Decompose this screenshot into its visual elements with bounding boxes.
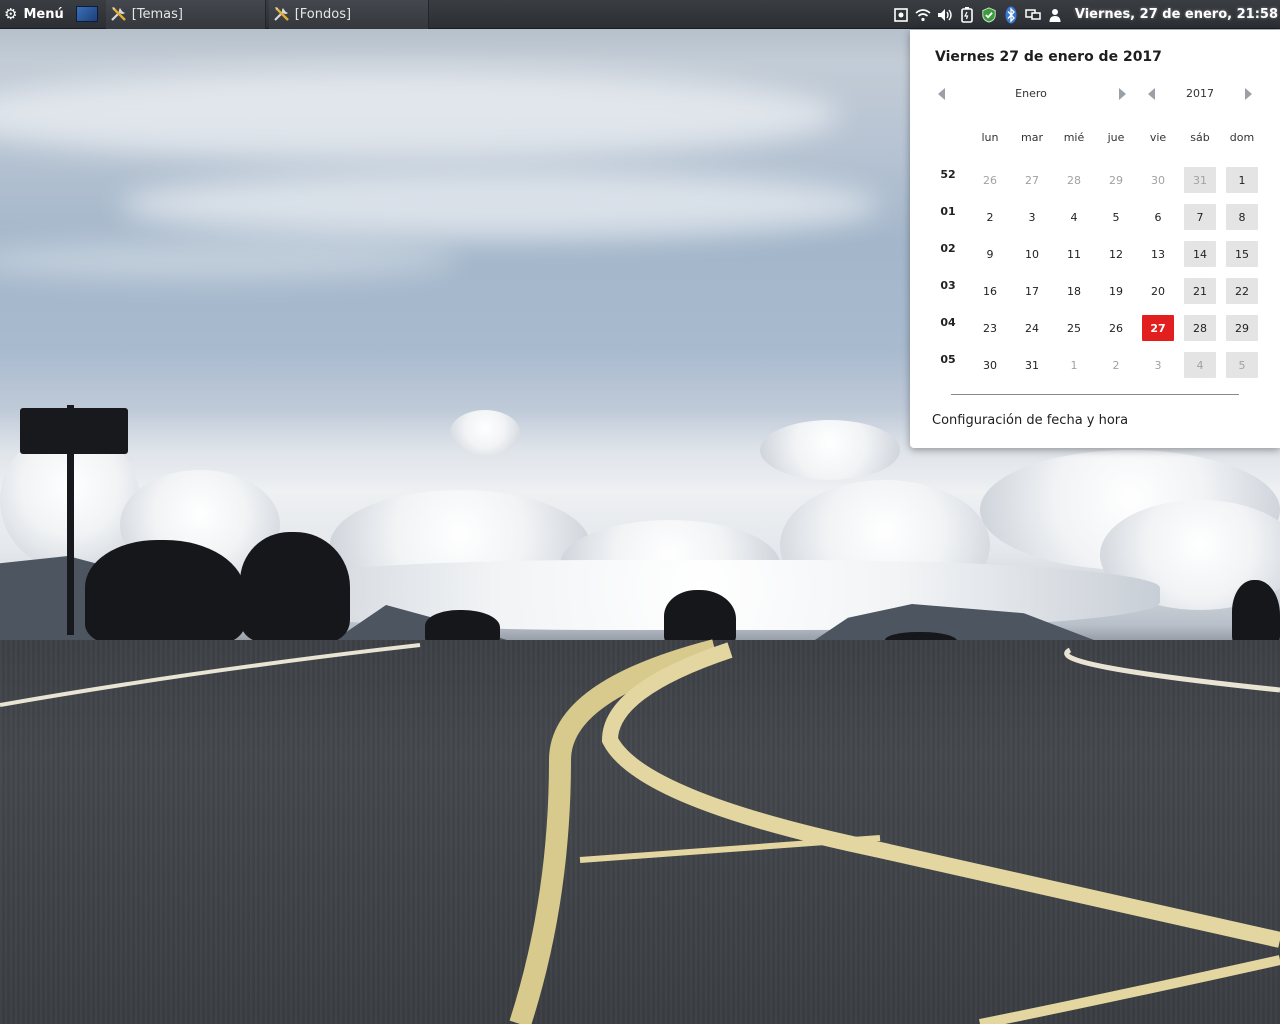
next-month-button[interactable]	[1119, 88, 1126, 100]
day-cell[interactable]: 18	[1058, 278, 1090, 304]
day-cell[interactable]: 20	[1142, 278, 1174, 304]
taskbar-label: [Fondos]	[294, 6, 352, 22]
day-cell[interactable]: 31	[1016, 352, 1048, 378]
separator	[951, 394, 1239, 395]
day-cell[interactable]: 2	[974, 204, 1006, 230]
taskbar-label: [Temas]	[131, 6, 183, 22]
day-cell[interactable]: 12	[1100, 241, 1132, 267]
screenshot-icon[interactable]	[893, 7, 909, 23]
day-cell[interactable]: 5	[1226, 352, 1258, 378]
weekday-label: lun	[981, 131, 999, 144]
day-cell[interactable]: 30	[974, 352, 1006, 378]
wifi-icon[interactable]	[915, 7, 931, 23]
week-number: 04	[940, 316, 956, 329]
clock[interactable]: Viernes, 27 de enero, 21:58	[1075, 7, 1278, 22]
day-cell[interactable]: 9	[974, 241, 1006, 267]
taskbar-item-fondos[interactable]: [Fondos]	[268, 0, 429, 29]
day-cell[interactable]: 23	[974, 315, 1006, 341]
day-cell[interactable]: 1	[1058, 352, 1090, 378]
day-cell[interactable]: 29	[1226, 315, 1258, 341]
week-number: 52	[940, 168, 956, 181]
weekday-label: dom	[1229, 131, 1255, 144]
weekday-label: vie	[1149, 131, 1167, 144]
weekday-label: sáb	[1190, 131, 1210, 144]
day-cell[interactable]: 3	[1142, 352, 1174, 378]
weekday-label: mar	[1021, 131, 1043, 144]
day-cell[interactable]: 26	[1100, 315, 1132, 341]
day-cell[interactable]: 22	[1226, 278, 1258, 304]
day-cell[interactable]: 14	[1184, 241, 1216, 267]
taskbar-item-temas[interactable]: [Temas]	[105, 0, 266, 29]
day-cell[interactable]: 7	[1184, 204, 1216, 230]
week-number: 05	[940, 353, 956, 366]
tools-icon	[273, 7, 289, 21]
day-cell[interactable]: 28	[1184, 315, 1216, 341]
day-cell[interactable]: 11	[1058, 241, 1090, 267]
day-cell[interactable]: 25	[1058, 315, 1090, 341]
day-cell[interactable]: 21	[1184, 278, 1216, 304]
day-cell[interactable]: 15	[1226, 241, 1258, 267]
day-cell[interactable]: 4	[1058, 204, 1090, 230]
day-cell[interactable]: 3	[1016, 204, 1048, 230]
previous-month-button[interactable]	[938, 88, 945, 100]
day-cell[interactable]: 26	[974, 167, 1006, 193]
weekday-label: mié	[1063, 131, 1085, 144]
day-cell[interactable]: 27	[1016, 167, 1048, 193]
gear-icon: ⚙	[4, 4, 18, 23]
day-cell[interactable]: 4	[1184, 352, 1216, 378]
month-label: Enero	[1015, 87, 1047, 100]
day-cell[interactable]: 31	[1184, 167, 1216, 193]
system-tray: Viernes, 27 de enero, 21:58	[893, 0, 1280, 29]
day-cell[interactable]: 13	[1142, 241, 1174, 267]
next-year-button[interactable]	[1245, 88, 1252, 100]
menu-label: Menú	[23, 6, 64, 22]
day-cell[interactable]: 16	[974, 278, 1006, 304]
shield-icon[interactable]	[981, 6, 997, 23]
date-time-settings-link[interactable]: Configuración de fecha y hora	[932, 413, 1128, 428]
day-cell[interactable]: 24	[1016, 315, 1048, 341]
previous-year-button[interactable]	[1148, 88, 1155, 100]
day-cell-today[interactable]: 27	[1142, 315, 1174, 341]
day-cell[interactable]: 10	[1016, 241, 1048, 267]
show-desktop-icon[interactable]	[75, 6, 98, 22]
top-panel: ⚙ Menú [Temas] [Fondos] Viernes, 27 de e…	[0, 0, 1280, 29]
day-cell[interactable]: 28	[1058, 167, 1090, 193]
day-cell[interactable]: 5	[1100, 204, 1132, 230]
calendar-popup: Viernes 27 de enero de 2017 Enero 2017 l…	[910, 30, 1280, 448]
week-number: 01	[940, 205, 956, 218]
week-number: 02	[940, 242, 956, 255]
day-cell[interactable]: 29	[1100, 167, 1132, 193]
battery-icon[interactable]	[959, 6, 975, 23]
year-label: 2017	[1186, 87, 1214, 100]
display-icon[interactable]	[1025, 7, 1041, 23]
day-cell[interactable]: 8	[1226, 204, 1258, 230]
day-cell[interactable]: 2	[1100, 352, 1132, 378]
day-cell[interactable]: 19	[1100, 278, 1132, 304]
day-cell[interactable]: 30	[1142, 167, 1174, 193]
tools-icon	[110, 7, 126, 21]
day-cell[interactable]: 1	[1226, 167, 1258, 193]
calendar-date-title: Viernes 27 de enero de 2017	[935, 49, 1162, 65]
menu-button[interactable]: ⚙ Menú	[0, 0, 70, 29]
day-cell[interactable]: 17	[1016, 278, 1048, 304]
bluetooth-icon[interactable]	[1003, 6, 1019, 23]
day-cell[interactable]: 6	[1142, 204, 1174, 230]
weekday-label: jue	[1107, 131, 1125, 144]
volume-icon[interactable]	[937, 7, 953, 23]
week-number: 03	[940, 279, 956, 292]
user-icon[interactable]	[1047, 7, 1063, 23]
